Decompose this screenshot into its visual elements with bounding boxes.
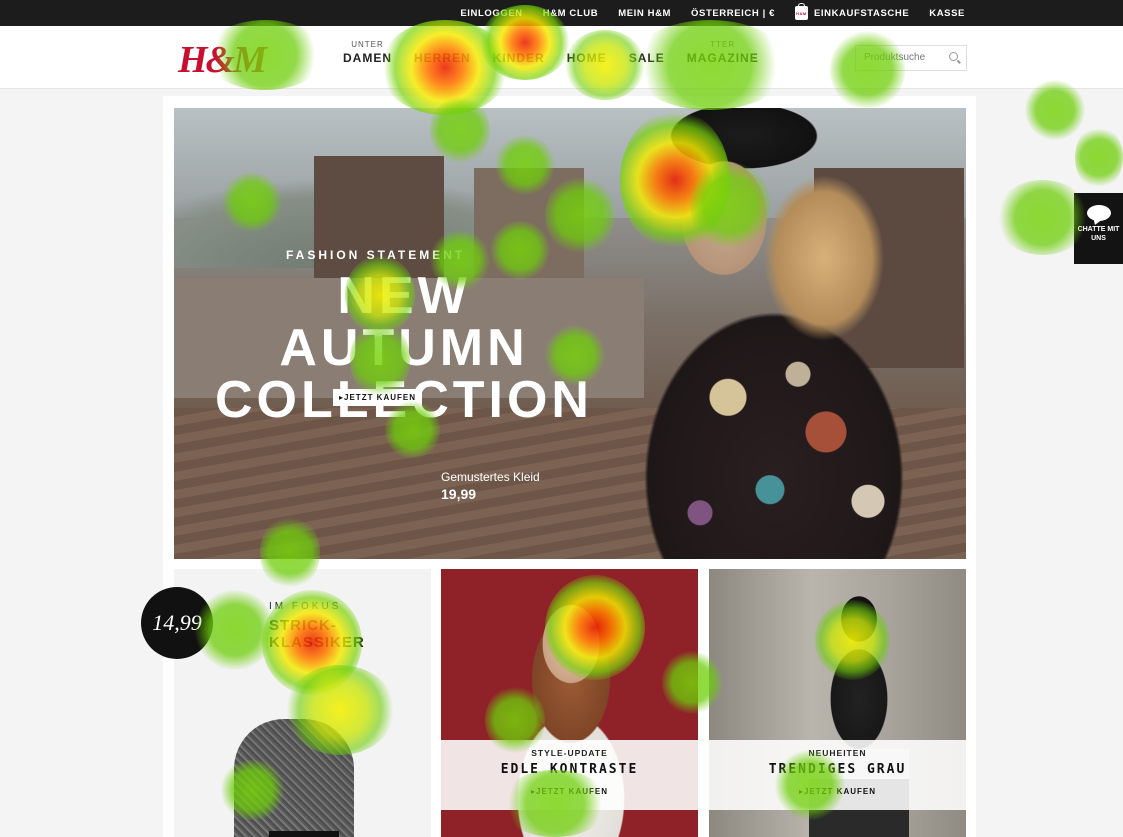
utility-links: EINLOGGEN H&M CLUB MEIN H&M ÖSTERREICH |… [460,0,965,26]
nav-item-magazine[interactable]: TTER MAGAZINE [687,40,759,65]
tile-title: TRENDIGES GRAU [768,762,907,777]
checkout-link[interactable]: KASSE [929,8,965,19]
tile-shop-now-link[interactable]: JETZT KAUFEN [709,787,966,796]
nav-item-herren[interactable]: HERREN [414,40,471,65]
hero-product-price: 19,99 [441,486,477,502]
product-search [855,45,967,71]
hero-headline-line1: NEW AUTUMN [279,267,529,377]
bag-icon [794,3,808,20]
nav-label: SALE [628,51,665,65]
tile-caption-panel: NEUHEITEN TRENDIGES GRAU [709,740,966,810]
shopping-bag-link[interactable]: EINKAUFSTASCHE [794,3,910,20]
top-utility-bar: EINLOGGEN H&M CLUB MEIN H&M ÖSTERREICH |… [0,0,1123,26]
promo-tile-knit-classics[interactable]: IM FOKUS STRICK-KLASSIKER [174,569,431,837]
hero-shop-now-button[interactable]: JETZT KAUFEN [333,389,423,406]
search-input[interactable] [856,46,944,68]
nav-label: HERREN [414,51,471,65]
nav-label: MAGAZINE [686,51,759,65]
heatmap-spot [1025,80,1085,140]
hm-club-link[interactable]: H&M CLUB [543,8,598,19]
nav-item-kinder[interactable]: KINDER [493,40,545,65]
hero-eyebrow: FASHION STATEMENT [286,248,466,262]
search-icon[interactable] [949,52,958,61]
promo-tile-new-arrivals[interactable]: NEUHEITEN TRENDIGES GRAU JETZT KAUFEN [709,569,966,837]
heatmap-spot [1075,125,1123,190]
tile-caption-panel: STYLE-UPDATE EDLE KONTRASTE [441,740,698,810]
sweater-image [234,719,354,837]
nav-label: HOME [566,51,607,65]
tile-shop-now-link[interactable]: JETZT KAUFEN [441,787,698,796]
nav-item-home[interactable]: HOME [567,40,607,65]
chat-label: CHATTE MIT UNS [1077,226,1120,242]
sweater-hem [269,831,339,837]
nav-sup-label: TTER [710,40,736,49]
chat-icon [1086,205,1111,221]
tile-title: STRICK-KLASSIKER [269,617,365,651]
site-header: H&M UNTER DAMEN HERREN KINDER HOME SALE … [0,26,1123,89]
price-badge: 14,99 [141,587,213,659]
nav-label: KINDER [492,51,545,65]
main-navigation: UNTER DAMEN HERREN KINDER HOME SALE TTER… [343,40,759,65]
login-link[interactable]: EINLOGGEN [460,8,522,19]
hero-dress-pattern [644,328,924,559]
tile-eyebrow: IM FOKUS [269,601,342,612]
hero-product-name[interactable]: Gemustertes Kleid [441,470,540,484]
shopping-bag-label: EINKAUFSTASCHE [813,7,910,19]
hero-banner[interactable]: FASHION STATEMENT NEW AUTUMN COLLECTION … [174,108,966,559]
nav-item-damen[interactable]: UNTER DAMEN [343,40,392,65]
my-hm-link[interactable]: MEIN H&M [618,8,671,19]
tile-title: EDLE KONTRASTE [500,762,639,777]
chat-widget-button[interactable]: CHATTE MIT UNS [1074,193,1123,264]
nav-label: DAMEN [343,51,392,65]
nav-sup-label: UNTER [351,40,384,49]
nav-item-sale[interactable]: SALE [629,40,665,65]
promo-tile-style-update[interactable]: STYLE-UPDATE EDLE KONTRASTE JETZT KAUFEN [441,569,698,837]
hm-logo[interactable]: H&M [178,38,267,82]
tile-eyebrow: STYLE-UPDATE [531,748,608,758]
country-currency-link[interactable]: ÖSTERREICH | € [691,8,775,19]
tile-eyebrow: NEUHEITEN [808,748,867,758]
